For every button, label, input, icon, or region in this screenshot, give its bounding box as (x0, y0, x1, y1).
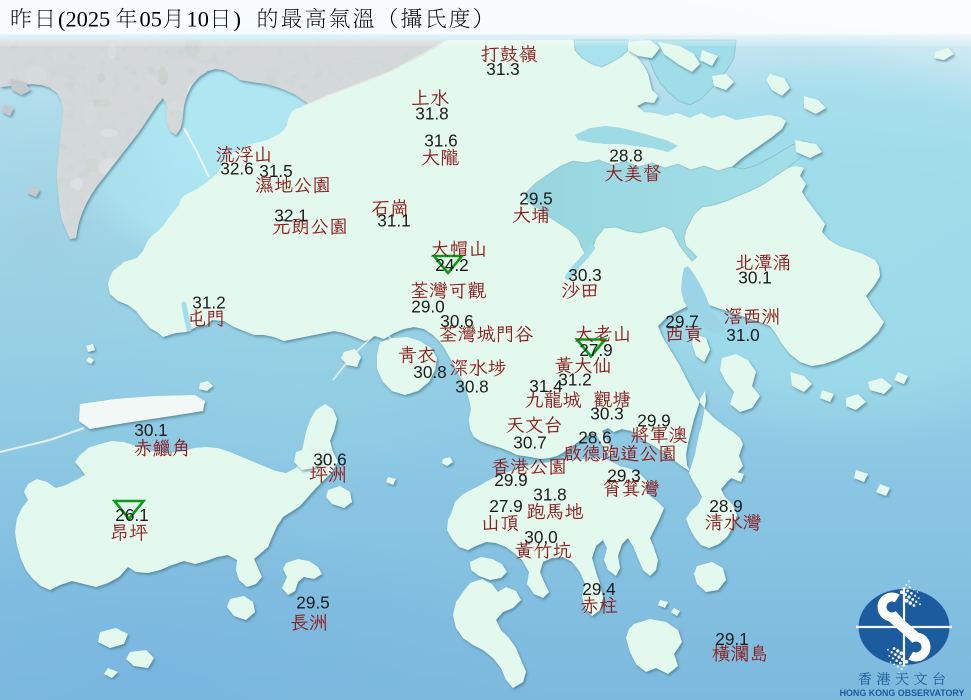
svg-text:29.9: 29.9 (494, 470, 527, 490)
svg-text:31.2: 31.2 (558, 370, 591, 390)
svg-text:(2025: (2025 (58, 7, 110, 32)
svg-text:28.9: 28.9 (709, 496, 742, 516)
svg-text:27.9: 27.9 (579, 340, 612, 360)
svg-text:31.8: 31.8 (415, 104, 448, 124)
svg-text:29.7: 29.7 (665, 312, 698, 332)
svg-text:05: 05 (140, 7, 162, 32)
svg-text:32.6: 32.6 (220, 159, 253, 179)
svg-text:28.8: 28.8 (609, 146, 642, 166)
svg-text:10: 10 (187, 7, 209, 32)
svg-text:24.2: 24.2 (435, 255, 468, 275)
svg-text:): ) (234, 7, 241, 32)
svg-text:31.5: 31.5 (259, 161, 292, 181)
svg-text:HONG KONG OBSERVATORY: HONG KONG OBSERVATORY (840, 688, 965, 698)
svg-text:31.0: 31.0 (726, 325, 759, 345)
svg-text:31.1: 31.1 (377, 211, 410, 231)
svg-text:31.3: 31.3 (486, 59, 519, 79)
svg-text:29.9: 29.9 (637, 411, 670, 431)
svg-text:27.9: 27.9 (489, 496, 522, 516)
svg-text:30.6: 30.6 (313, 450, 346, 470)
svg-text:30.0: 30.0 (524, 527, 557, 547)
svg-text:30.6: 30.6 (440, 311, 473, 331)
svg-text:30.1: 30.1 (738, 268, 771, 288)
svg-text:29.1: 29.1 (715, 629, 748, 649)
svg-text:30.8: 30.8 (455, 377, 488, 397)
svg-text:30.8: 30.8 (413, 362, 446, 382)
svg-text:28.6: 28.6 (578, 428, 611, 448)
svg-text:31.2: 31.2 (192, 293, 225, 313)
svg-text:30.3: 30.3 (590, 404, 623, 424)
svg-text:31.4: 31.4 (529, 376, 563, 396)
svg-text:30.7: 30.7 (513, 433, 546, 453)
svg-text:31.6: 31.6 (424, 131, 457, 151)
svg-text:29.5: 29.5 (519, 189, 552, 209)
svg-text:31.8: 31.8 (533, 485, 566, 505)
svg-text:26.1: 26.1 (115, 505, 148, 525)
svg-text:32.1: 32.1 (274, 206, 307, 226)
svg-text:29.3: 29.3 (607, 466, 640, 486)
svg-text:29.4: 29.4 (582, 579, 616, 599)
svg-text:29.5: 29.5 (296, 593, 329, 613)
svg-text:30.3: 30.3 (568, 265, 601, 285)
svg-text:30.1: 30.1 (134, 420, 167, 440)
